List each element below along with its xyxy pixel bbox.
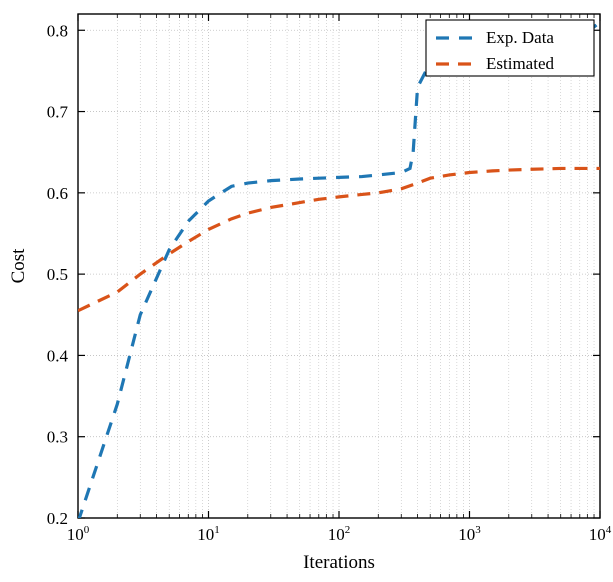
ytick-label: 0.5 [47, 265, 68, 284]
ylabel: Cost [8, 248, 29, 284]
ytick-label: 0.3 [47, 428, 68, 447]
chart-canvas: 100 101 102 103 104 0.2 0.3 0.4 0.5 0.6 0.7 0.8 Iter… [0, 0, 613, 582]
ytick-label: 0.2 [47, 509, 68, 528]
legend-entry: Estimated [486, 54, 554, 73]
ytick-label: 0.4 [47, 346, 69, 365]
legend-entry: Exp. Data [486, 28, 554, 47]
xtick-label: 101 [197, 524, 220, 544]
cost-vs-iterations-chart: 100 101 102 103 104 0.2 0.3 0.4 0.5 0.6 0.7 0.8 Iter… [0, 0, 613, 582]
ytick-label: 0.6 [47, 184, 68, 203]
ytick-label: 0.7 [47, 103, 69, 122]
xtick-label: 102 [328, 524, 351, 544]
xtick-label: 104 [589, 524, 612, 544]
xlabel: Iterations [303, 552, 375, 573]
xtick-label: 100 [67, 524, 90, 544]
ytick-label: 0.8 [47, 21, 68, 40]
xtick-label: 103 [458, 524, 481, 544]
legend: Exp. Data Estimated [426, 20, 594, 76]
